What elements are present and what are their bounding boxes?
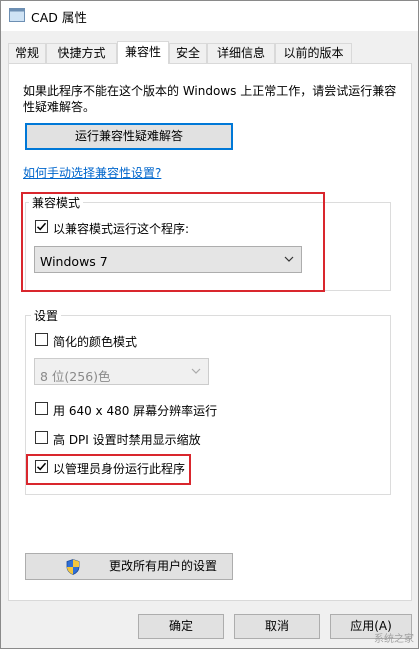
checkmark-icon — [36, 222, 47, 231]
compat-description: 如果此程序不能在这个版本的 Windows 上正常工作，请尝试运行兼容性疑难解答… — [23, 84, 397, 114]
watermark: 系统之家 — [374, 634, 414, 645]
run-troubleshooter-button[interactable]: 运行兼容性疑难解答 — [25, 123, 233, 150]
chevron-down-icon — [284, 256, 294, 262]
tab-general[interactable]: 常规 — [8, 43, 46, 63]
color-mode-select-value: 8 位(256)色 — [40, 369, 111, 384]
ok-button[interactable]: 确定 — [138, 614, 224, 639]
tab-shortcut[interactable]: 快捷方式 — [46, 43, 117, 63]
reduced-color-label: 简化的颜色模式 — [53, 335, 138, 349]
settings-group-title: 设置 — [31, 307, 62, 324]
compat-mode-group-title: 兼容模式 — [29, 194, 84, 211]
properties-window: CAD 属性 常规 快捷方式 兼容性 安全 详细信息 以前的版本 如果此程序不能… — [0, 0, 419, 649]
tab-details[interactable]: 详细信息 — [207, 43, 275, 63]
compat-mode-label: 以兼容模式运行这个程序: — [53, 222, 190, 236]
hidpi-checkbox[interactable] — [35, 431, 48, 444]
app-icon — [9, 8, 25, 22]
change-all-users-button[interactable]: 更改所有用户的设置 — [25, 553, 233, 580]
title-bar: CAD 属性 — [1, 1, 418, 31]
compat-mode-select-value: Windows 7 — [40, 254, 108, 269]
change-all-users-label: 更改所有用户的设置 — [108, 559, 217, 573]
tab-strip: 常规 快捷方式 兼容性 安全 详细信息 以前的版本 — [8, 41, 412, 64]
window-title: CAD 属性 — [31, 10, 87, 25]
cancel-button[interactable]: 取消 — [234, 614, 320, 639]
res640-label: 用 640 x 480 屏幕分辨率运行 — [53, 404, 218, 418]
tab-security[interactable]: 安全 — [169, 43, 207, 63]
tab-compatibility[interactable]: 兼容性 — [117, 41, 169, 64]
manual-settings-link[interactable]: 如何手动选择兼容性设置? — [23, 164, 161, 181]
reduced-color-checkbox[interactable] — [35, 333, 48, 346]
admin-checkbox[interactable] — [35, 460, 48, 473]
compat-mode-checkbox[interactable] — [35, 220, 48, 233]
compat-mode-select[interactable]: Windows 7 — [34, 246, 302, 273]
color-mode-select: 8 位(256)色 — [34, 358, 209, 385]
tab-previous-versions[interactable]: 以前的版本 — [275, 43, 352, 63]
res640-checkbox[interactable] — [35, 402, 48, 415]
uac-shield-icon — [66, 559, 80, 575]
chevron-down-icon — [191, 368, 201, 374]
checkmark-icon — [36, 462, 47, 471]
hidpi-label: 高 DPI 设置时禁用显示缩放 — [53, 433, 201, 447]
admin-label: 以管理员身份运行此程序 — [53, 462, 186, 476]
